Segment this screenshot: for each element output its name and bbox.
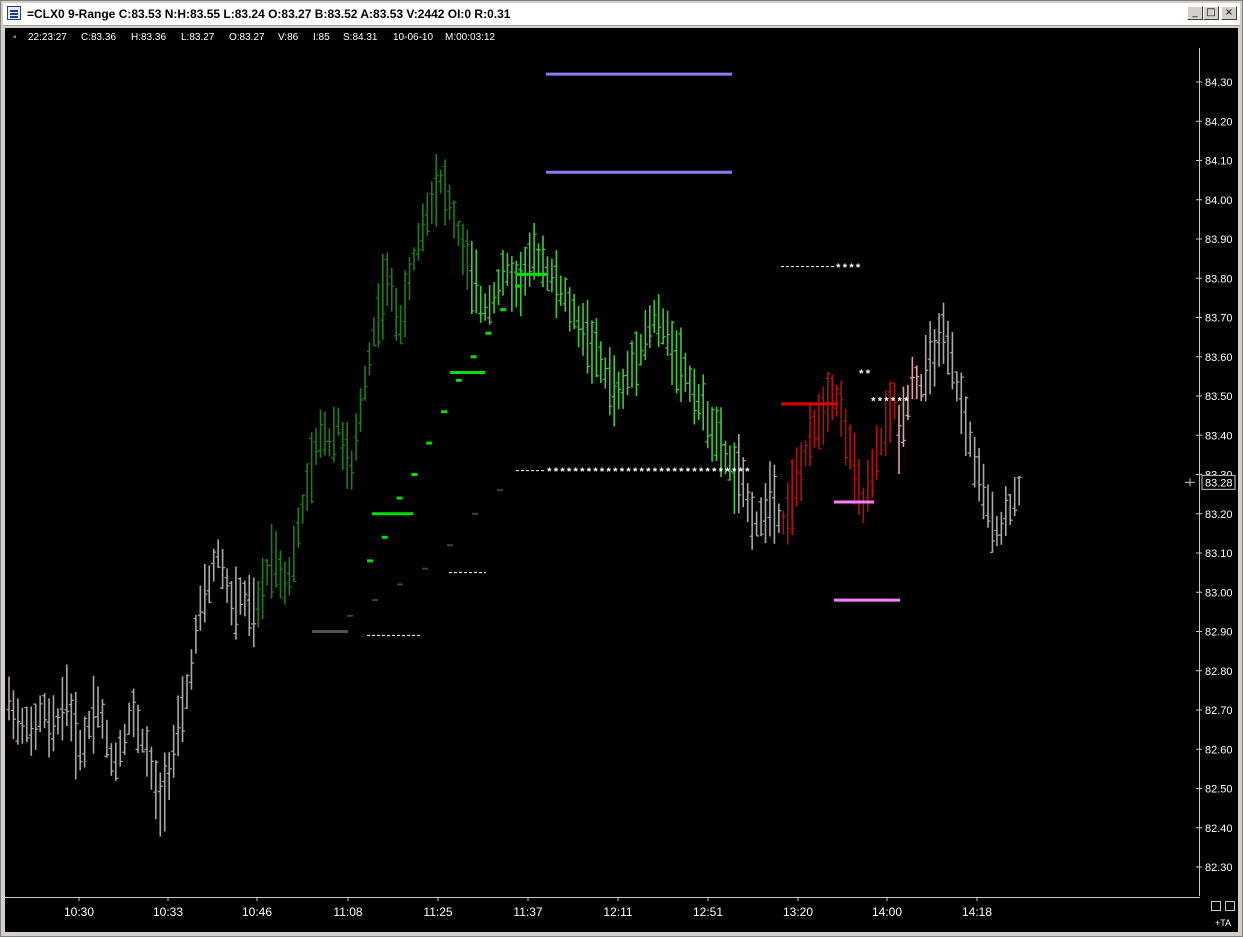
trailing-stop-dot: [441, 410, 447, 414]
trailing-stop-dot: [381, 535, 388, 539]
star-marker: ****: [835, 263, 861, 275]
trailing-stop-dot: [500, 308, 507, 312]
trailing-stop-dot: [485, 331, 492, 335]
trailing-stop-dot: [367, 559, 373, 563]
price-tick-label: 82.30: [1205, 862, 1233, 874]
price-tick-label: 83.60: [1205, 352, 1233, 364]
time-tick-label: 14:00: [872, 905, 902, 919]
price-tick-label: 82.90: [1205, 627, 1233, 639]
trailing-stop-dot: [497, 489, 503, 492]
star-marker: ******: [870, 397, 910, 409]
trailing-stop-dot: [472, 512, 478, 515]
price-tick-label: 83.20: [1205, 509, 1233, 521]
trailing-stop-dot: [397, 583, 403, 586]
trailing-stop-dot: [470, 355, 477, 359]
chart-app-icon[interactable]: [7, 6, 21, 20]
price-tick-label: 83.10: [1205, 548, 1233, 560]
time-tick-label: 10:46: [242, 905, 272, 919]
price-tick-label: 83.00: [1205, 587, 1233, 599]
time-tick-label: 10:33: [153, 905, 183, 919]
time-tick-label: 10:30: [64, 905, 94, 919]
price-tick-label: 83.70: [1205, 313, 1233, 325]
time-tick-label: 12:51: [693, 905, 723, 919]
price-tick-label: 82.50: [1205, 784, 1233, 796]
time-tick-label: 12:11: [603, 905, 632, 919]
trailing-stop-dot: [411, 473, 418, 476]
chart-window: =CLX0 9-Range C:83.53 N:H:83.55 L:83.24 …: [0, 0, 1243, 937]
time-tick-label: 11:25: [423, 905, 452, 919]
price-tick-label: 83.40: [1205, 430, 1233, 442]
time-tick-label: 14:18: [962, 905, 992, 919]
pane-box-icon[interactable]: [1225, 901, 1235, 911]
price-tick-label: 84.30: [1205, 77, 1233, 89]
add-ta-button[interactable]: +TA: [1215, 918, 1231, 928]
trailing-stop-dot: [447, 544, 453, 547]
price-tick-label: 83.80: [1205, 273, 1233, 285]
trailing-stop-dot: [426, 441, 433, 445]
time-tick-label: 13:20: [783, 905, 813, 919]
price-tick-label: 82.70: [1205, 705, 1233, 717]
title-bar[interactable]: =CLX0 9-Range C:83.53 N:H:83.55 L:83.24 …: [3, 3, 1240, 26]
price-tick-label: 82.40: [1205, 823, 1233, 835]
trailing-stop-dot: [372, 599, 378, 602]
price-tick-label: 83.50: [1205, 391, 1233, 403]
price-tick-label: 84.10: [1205, 156, 1233, 168]
time-tick-label: 11:37: [513, 905, 542, 919]
maximize-button[interactable]: □: [1203, 6, 1219, 20]
time-tick-label: 11:08: [333, 905, 362, 919]
chart-area[interactable]: ▪ 22:23:27 C:83.36 H:83.36 L:83.27 O:83.…: [5, 28, 1238, 932]
last-price-label: 83.28: [1205, 477, 1233, 489]
minimize-button[interactable]: _: [1187, 6, 1203, 20]
trailing-stop-dot: [422, 567, 428, 570]
price-tick-label: 82.80: [1205, 666, 1233, 678]
window-title: =CLX0 9-Range C:83.53 N:H:83.55 L:83.24 …: [27, 7, 511, 21]
trailing-stop-dot: [396, 496, 403, 500]
price-chart-svg[interactable]: 84.30 84.20 84.10 84.00 83.90 83.80 83.70 83.60…: [5, 28, 1238, 932]
price-tick-label: 84.20: [1205, 116, 1233, 128]
trailing-stop-dot: [515, 284, 521, 288]
trailing-stop-dot: [455, 378, 462, 382]
price-tick-label: 83.90: [1205, 234, 1233, 246]
star-marker: **: [858, 369, 871, 381]
close-button[interactable]: ×: [1221, 6, 1237, 20]
pane-box-icon[interactable]: [1211, 901, 1221, 911]
star-marker: *******************************: [546, 468, 751, 480]
price-tick-label: 82.60: [1205, 744, 1233, 756]
trailing-stop-dot: [347, 614, 353, 617]
price-tick-label: 84.00: [1205, 195, 1233, 207]
